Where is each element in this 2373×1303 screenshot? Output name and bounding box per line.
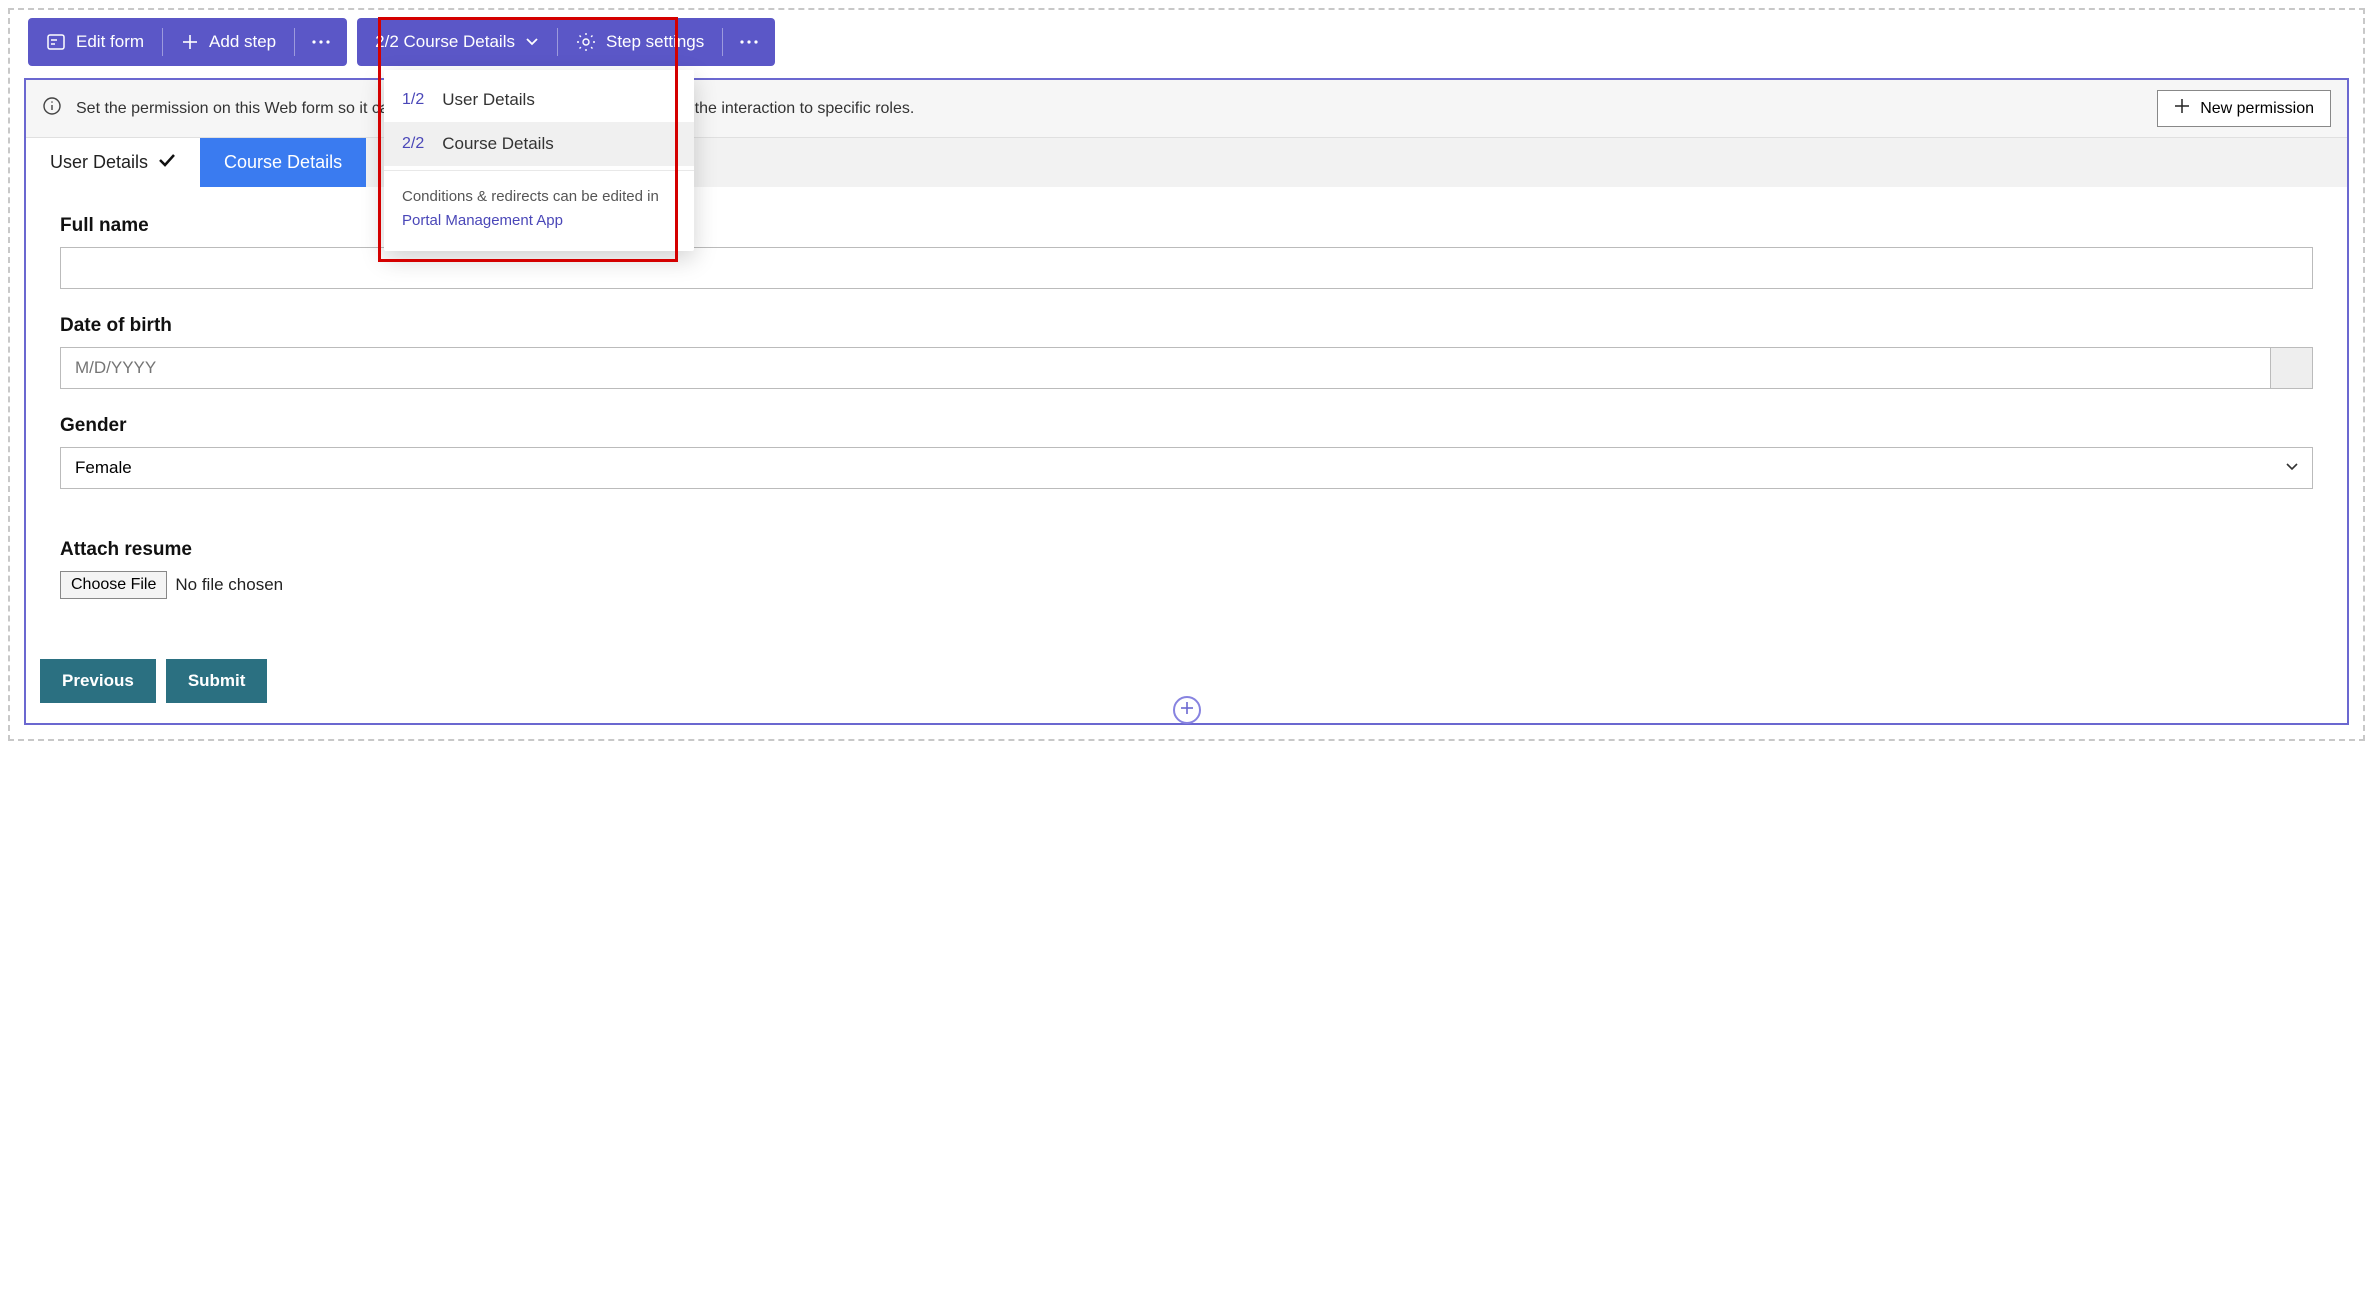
plus-icon	[181, 33, 199, 51]
full-name-input[interactable]	[60, 247, 2313, 289]
tab-user-details[interactable]: User Details	[26, 138, 200, 187]
form-panel: Set the permission on this Web form so i…	[24, 78, 2349, 725]
tab-course-details[interactable]: Course Details	[200, 138, 366, 187]
step-selector-button[interactable]: 2/2 Course Details	[357, 18, 557, 66]
gender-select[interactable]: Female	[60, 447, 2313, 489]
date-of-birth-input[interactable]	[60, 347, 2271, 389]
form-tabs: User Details Course Details	[26, 138, 2347, 187]
add-step-button[interactable]: Add step	[163, 18, 294, 66]
step-label: User Details	[442, 90, 535, 110]
field-date-of-birth: Date of birth	[60, 315, 2313, 389]
choose-file-button[interactable]: Choose File	[60, 571, 167, 599]
step-selector-label: 2/2 Course Details	[375, 32, 515, 52]
step-settings-label: Step settings	[606, 32, 704, 52]
submit-button[interactable]: Submit	[166, 659, 268, 703]
form-body: Full name Date of birth Gender Female	[26, 187, 2347, 723]
tab-label: Course Details	[224, 152, 342, 173]
step-label: Course Details	[442, 134, 554, 154]
dropdown-footer-text: Conditions & redirects can be edited in	[402, 188, 659, 205]
dropdown-item-course-details[interactable]: 2/2 Course Details	[384, 122, 694, 166]
add-component-button[interactable]	[1173, 696, 1201, 724]
edit-form-label: Edit form	[76, 32, 144, 52]
field-label: Gender	[60, 415, 2313, 437]
more-options-button[interactable]	[295, 18, 347, 66]
add-step-label: Add step	[209, 32, 276, 52]
edit-form-button[interactable]: Edit form	[28, 18, 162, 66]
permission-notice-bar: Set the permission on this Web form so i…	[26, 80, 2347, 138]
file-status-text: No file chosen	[175, 575, 283, 595]
more-step-options-button[interactable]	[723, 18, 775, 66]
form-icon	[46, 32, 66, 52]
gender-value: Female	[75, 458, 132, 478]
step-number: 1/2	[402, 91, 424, 109]
step-selector-dropdown: 1/2 User Details 2/2 Course Details Cond…	[384, 70, 694, 251]
toolbars-row: Edit form Add step 2/2 Course Details	[28, 18, 2349, 66]
checkmark-icon	[158, 152, 176, 173]
ellipsis-icon	[739, 39, 759, 45]
tab-label: User Details	[50, 152, 148, 173]
field-label: Attach resume	[60, 539, 2313, 561]
plus-icon	[2174, 98, 2190, 119]
chevron-down-icon	[525, 37, 539, 47]
info-icon	[42, 96, 62, 121]
step-settings-button[interactable]: Step settings	[558, 18, 722, 66]
design-canvas: Edit form Add step 2/2 Course Details	[8, 8, 2365, 741]
gear-icon	[576, 32, 596, 52]
field-label: Date of birth	[60, 315, 2313, 337]
field-gender: Gender Female	[60, 415, 2313, 489]
dropdown-footer: Conditions & redirects can be edited in …	[384, 170, 694, 251]
ellipsis-icon	[311, 39, 331, 45]
portal-management-app-link[interactable]: Portal Management App	[402, 212, 563, 229]
date-picker-button[interactable]	[2271, 347, 2313, 389]
new-permission-button[interactable]: New permission	[2157, 90, 2331, 127]
step-number: 2/2	[402, 135, 424, 153]
field-attach-resume: Attach resume Choose File No file chosen	[60, 539, 2313, 599]
toolbar-step: 2/2 Course Details Step settings	[357, 18, 775, 66]
dropdown-item-user-details[interactable]: 1/2 User Details	[384, 78, 694, 122]
previous-button[interactable]: Previous	[40, 659, 156, 703]
toolbar-edit: Edit form Add step	[28, 18, 347, 66]
form-actions: Previous Submit	[40, 659, 2313, 703]
new-permission-label: New permission	[2200, 100, 2314, 118]
plus-icon	[1180, 701, 1194, 720]
